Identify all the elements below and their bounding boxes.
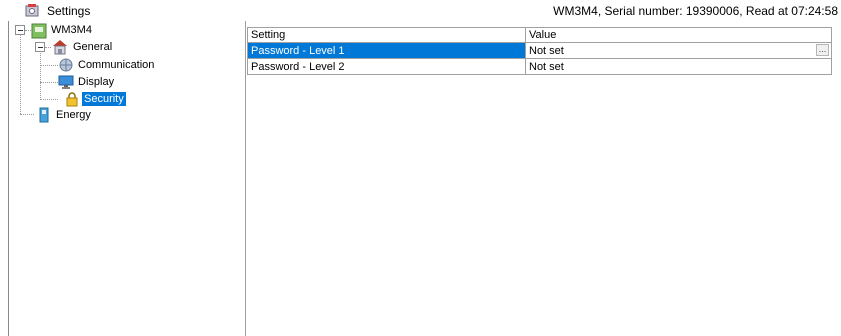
grid-header-row: Setting Value xyxy=(247,27,832,43)
tree-node-general[interactable]: General xyxy=(71,40,114,54)
edit-password-button[interactable]: ... xyxy=(816,44,829,56)
setting-name-cell[interactable]: Password - Level 2 xyxy=(247,58,526,75)
column-header-value[interactable]: Value xyxy=(525,27,832,43)
setting-value-cell[interactable]: Not set xyxy=(525,58,832,75)
setting-name-cell[interactable]: Password - Level 1 xyxy=(247,42,526,59)
setting-value: Not set xyxy=(529,60,564,73)
tree-node-security[interactable]: Security xyxy=(82,92,126,106)
setting-value: Not set xyxy=(529,44,564,57)
lock-icon xyxy=(66,92,78,107)
table-row[interactable]: Password - Level 1 Not set ... xyxy=(247,42,832,59)
settings-icon xyxy=(25,4,39,17)
general-collapse-toggle[interactable] xyxy=(35,42,45,52)
monitor-icon xyxy=(58,75,74,89)
title-bar: Settings WM3M4, Serial number: 19390006,… xyxy=(0,0,841,20)
tree-node-wm3m4[interactable]: WM3M4 xyxy=(49,23,94,37)
energy-meter-icon xyxy=(39,107,49,123)
column-header-setting[interactable]: Setting xyxy=(247,27,526,43)
settings-grid: Setting Value Password - Level 1 Not set… xyxy=(247,27,833,336)
pane-splitter[interactable] xyxy=(245,21,246,336)
settings-table: Setting Value Password - Level 1 Not set… xyxy=(247,27,832,75)
tree-node-communication[interactable]: Communication xyxy=(76,58,156,72)
home-settings-icon xyxy=(53,40,67,55)
table-row[interactable]: Password - Level 2 Not set xyxy=(247,58,832,75)
setting-value-cell[interactable]: Not set ... xyxy=(525,42,832,59)
tree-node-energy[interactable]: Energy xyxy=(54,108,93,122)
tree-node-display[interactable]: Display xyxy=(76,75,116,89)
device-info: WM3M4, Serial number: 19390006, Read at … xyxy=(553,4,838,18)
device-icon xyxy=(31,23,47,39)
root-collapse-toggle[interactable] xyxy=(15,25,25,35)
network-icon xyxy=(59,58,73,72)
window-title: Settings xyxy=(47,4,91,18)
settings-tree[interactable]: WM3M4 General Communication Display Secu… xyxy=(8,21,245,336)
